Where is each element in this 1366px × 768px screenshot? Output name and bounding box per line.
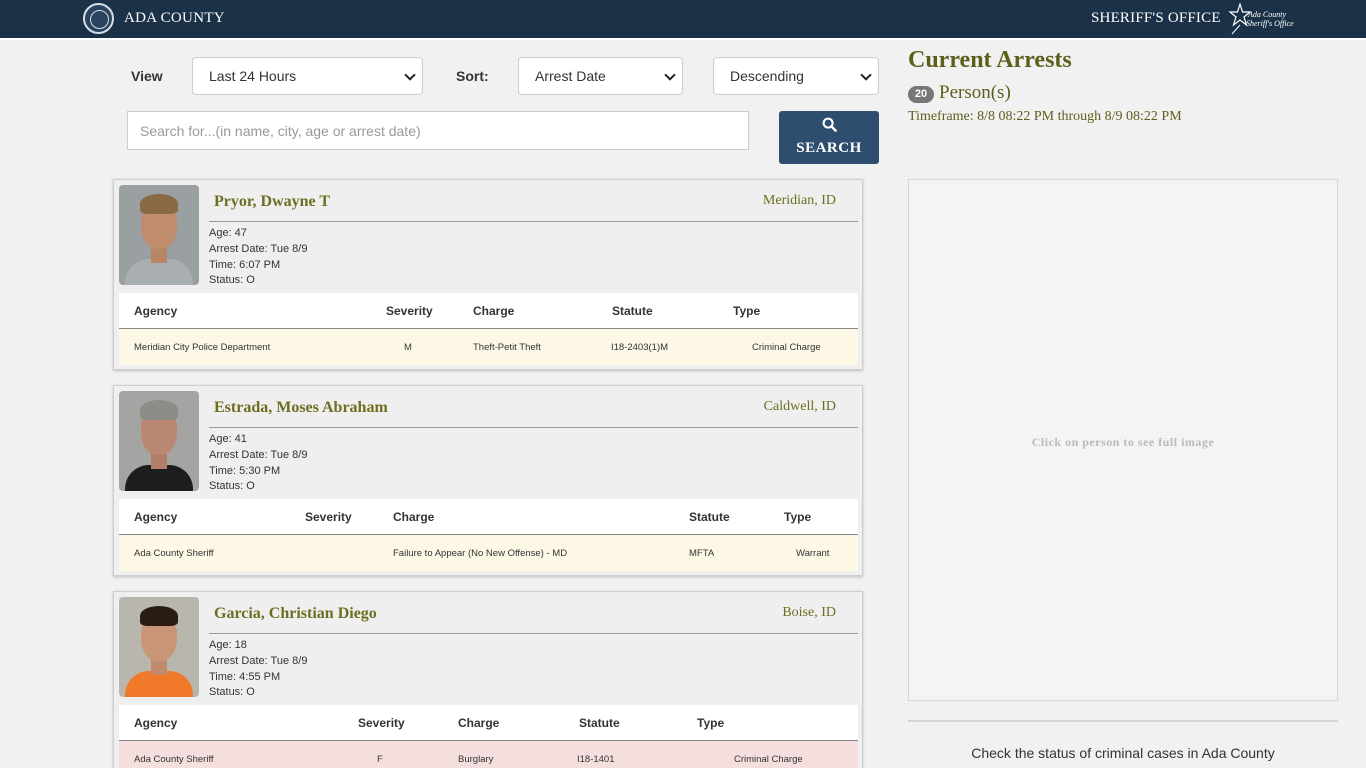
person-arrest-date: Arrest Date: Tue 8/9 [209,449,308,461]
case-status-link[interactable]: Check the status of criminal cases in Ad… [908,745,1338,761]
col-charge: Charge [473,304,515,318]
charge-row: Ada County Sheriff F Burglary I18-1401 C… [119,741,858,768]
county-name[interactable]: ADA COUNTY [124,10,225,27]
col-charge: Charge [458,716,500,730]
view-select-value: Last 24 Hours [209,68,297,84]
charge-description: Failure to Appear (No New Offense) - MD [393,548,568,559]
col-type: Type [697,716,725,730]
col-severity: Severity [386,304,433,318]
person-city: Meridian, ID [762,193,836,208]
col-agency: Agency [134,304,178,318]
office-name[interactable]: SHERIFF'S OFFICE [1091,10,1221,27]
person-name[interactable]: Pryor, Dwayne T [214,193,330,211]
person-arrest-time: Time: 4:55 PM [209,671,281,683]
sheriff-logo[interactable]: Ada County Sheriff's Office [1228,3,1294,35]
col-charge: Charge [393,510,435,524]
col-type: Type [784,510,812,524]
person-arrest-date: Arrest Date: Tue 8/9 [209,243,308,255]
page-title: Current Arrests [908,47,1072,73]
sort-select-value: Arrest Date [535,68,606,84]
charge-description: Theft-Petit Theft [473,342,541,353]
person-age: Age: 47 [209,227,247,239]
charge-statute: I18-1401 [577,754,615,765]
charges-table: Agency Severity Charge Statute Type Meri… [119,293,858,365]
search-input[interactable] [127,111,749,150]
full-image-panel: Click on person to see full image [908,179,1338,701]
col-type: Type [733,304,761,318]
mugshot-photo[interactable] [119,391,199,491]
search-button-label: SEARCH [796,140,862,156]
charge-description: Burglary [458,754,494,765]
view-select[interactable]: Last 24 Hours [192,57,423,95]
charge-type: Warrant [796,548,830,559]
col-severity: Severity [358,716,405,730]
charges-table-header: Agency Severity Charge Statute Type [119,705,858,741]
order-select-value: Descending [730,68,804,84]
col-statute: Statute [612,304,653,318]
person-age: Age: 18 [209,639,247,651]
search-button[interactable]: SEARCH [779,111,879,164]
charge-statute: MFTA [689,548,715,559]
charges-table-header: Agency Severity Charge Statute Type [119,293,858,329]
persons-label: Person(s) [939,82,1011,103]
charge-type: Criminal Charge [734,754,803,765]
charge-agency: Ada County Sheriff [134,548,214,559]
col-agency: Agency [134,716,178,730]
person-city: Caldwell, ID [763,399,836,414]
order-select[interactable]: Descending [713,57,879,95]
charge-severity: F [377,754,383,765]
charges-table-header: Agency Severity Charge Statute Type [119,499,858,535]
charges-table: Agency Severity Charge Statute Type Ada … [119,499,858,571]
charge-statute: I18-2403(1)M [611,342,669,353]
col-statute: Statute [579,716,620,730]
charge-agency: Meridian City Police Department [134,342,271,353]
person-name[interactable]: Estrada, Moses Abraham [214,399,388,417]
sheriff-logo-line2: Sheriff's Office [1246,19,1294,28]
divider [209,427,858,428]
top-bar: ADA COUNTY SHERIFF'S OFFICE Ada County S… [0,0,1366,40]
divider [209,633,858,634]
charge-row: Meridian City Police Department M Theft-… [119,329,858,365]
arrest-card[interactable]: Garcia, Christian Diego Boise, ID Age: 1… [113,591,863,768]
sort-select[interactable]: Arrest Date [518,57,683,95]
chevron-down-icon [404,69,416,81]
search-icon [822,117,837,132]
person-status: Status: O [209,480,255,492]
col-agency: Agency [134,510,178,524]
person-arrest-time: Time: 5:30 PM [209,465,281,477]
chevron-down-icon [860,69,872,81]
charges-table: Agency Severity Charge Statute Type Ada … [119,705,858,768]
view-label: View [131,68,163,84]
charge-severity: M [404,342,412,353]
person-arrest-time: Time: 6:07 PM [209,259,281,271]
chevron-down-icon [664,69,676,81]
person-arrest-date: Arrest Date: Tue 8/9 [209,655,308,667]
count-badge: 20 [908,86,934,103]
sheriff-logo-line1: Ada County [1248,10,1286,19]
person-city: Boise, ID [782,605,836,620]
arrest-card[interactable]: Pryor, Dwayne T Meridian, ID Age: 47 Arr… [113,179,863,370]
charge-row: Ada County Sheriff Failure to Appear (No… [119,535,858,571]
person-name[interactable]: Garcia, Christian Diego [214,605,377,623]
col-statute: Statute [689,510,730,524]
sort-label: Sort: [456,68,489,84]
county-seal-icon[interactable] [83,3,114,34]
col-severity: Severity [305,510,352,524]
mugshot-photo[interactable] [119,597,199,697]
person-status: Status: O [209,686,255,698]
timeframe-text: Timeframe: 8/8 08:22 PM through 8/9 08:2… [908,109,1182,124]
arrest-card[interactable]: Estrada, Moses Abraham Caldwell, ID Age:… [113,385,863,576]
person-age: Age: 41 [209,433,247,445]
charge-type: Criminal Charge [752,342,821,353]
divider [209,221,858,222]
mugshot-photo[interactable] [119,185,199,285]
image-hint: Click on person to see full image [1031,435,1215,449]
divider [908,720,1338,722]
charge-agency: Ada County Sheriff [134,754,214,765]
person-status: Status: O [209,274,255,286]
